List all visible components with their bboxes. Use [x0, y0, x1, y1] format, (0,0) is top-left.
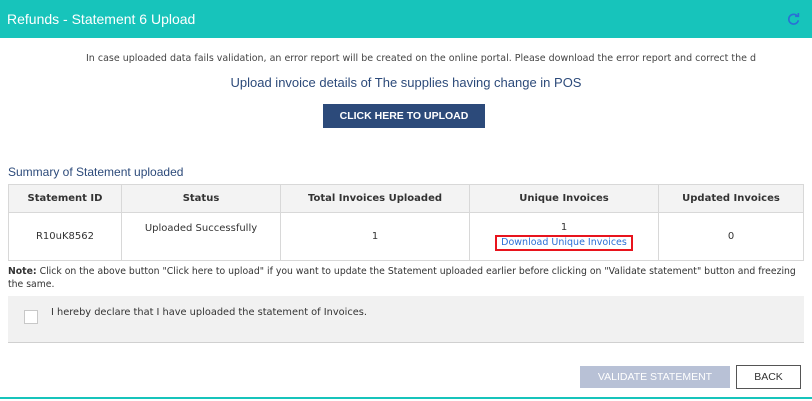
column-header-unique-invoices: Unique Invoices [469, 184, 659, 213]
validate-statement-button[interactable]: VALIDATE STATEMENT [580, 366, 730, 388]
click-here-to-upload-button[interactable]: CLICK HERE TO UPLOAD [323, 104, 485, 128]
declaration-panel: I hereby declare that I have uploaded th… [8, 296, 804, 343]
upload-section-title: Upload invoice details of The supplies h… [230, 75, 582, 90]
cell-total-invoices: 1 [280, 212, 470, 261]
back-button[interactable]: BACK [736, 365, 801, 389]
bottom-divider [0, 397, 812, 399]
unique-invoices-count: 1 [560, 222, 568, 233]
summary-table: Statement ID Status Total Invoices Uploa… [8, 184, 804, 261]
cell-updated-invoices: 0 [658, 212, 804, 261]
column-header-status: Status [121, 184, 281, 213]
validation-info-text: In case uploaded data fails validation, … [86, 53, 757, 64]
cell-unique-invoices: 1 Download Unique Invoices [469, 212, 659, 261]
column-header-total-invoices: Total Invoices Uploaded [280, 184, 470, 213]
column-header-updated-invoices: Updated Invoices [658, 184, 804, 213]
cell-statement-id: R10uK8562 [8, 212, 122, 261]
summary-title: Summary of Statement uploaded [8, 165, 184, 179]
table-row: R10uK8562 Uploaded Successfully 1 1 Down… [8, 212, 804, 261]
download-unique-invoices-link[interactable]: Download Unique Invoices [495, 235, 633, 251]
column-header-statement-id: Statement ID [8, 184, 122, 213]
table-header-row: Statement ID Status Total Invoices Uploa… [8, 184, 804, 213]
note-label: Note: [8, 266, 37, 277]
note-text: Note: Click on the above button "Click h… [8, 265, 808, 291]
page-header: Refunds - Statement 6 Upload [0, 0, 812, 38]
refresh-icon[interactable] [787, 13, 800, 26]
declaration-checkbox[interactable] [24, 310, 38, 324]
note-body: Click on the above button "Click here to… [8, 266, 796, 290]
cell-status: Uploaded Successfully [121, 212, 281, 261]
declaration-text: I hereby declare that I have uploaded th… [51, 307, 367, 318]
page-title: Refunds - Statement 6 Upload [7, 11, 196, 27]
